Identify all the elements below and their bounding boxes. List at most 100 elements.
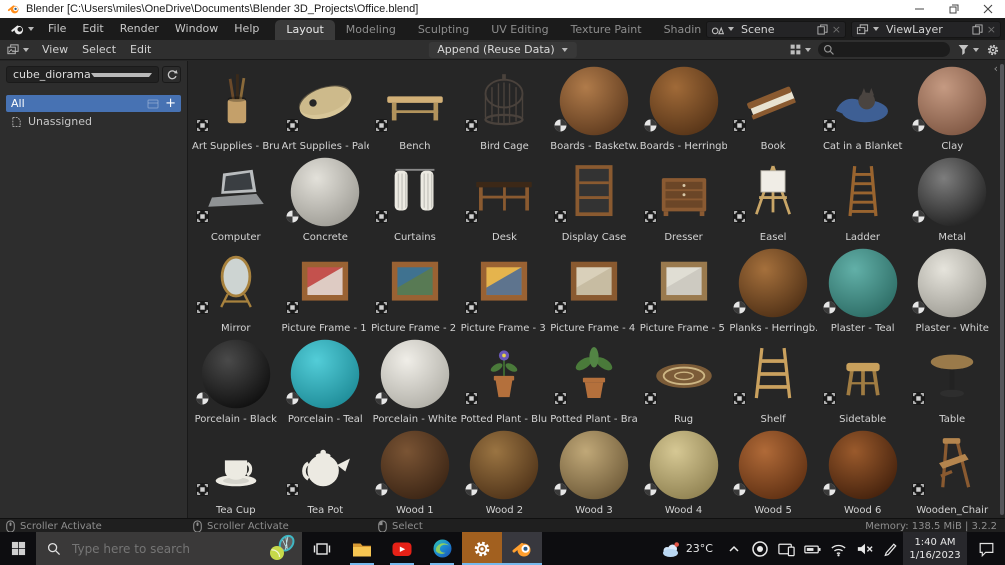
workspace-tab-uv-editing[interactable]: UV Editing bbox=[480, 20, 559, 40]
taskbar-clock[interactable]: 1:40 AM 1/16/2023 bbox=[903, 532, 967, 565]
workspace-tab-sculpting[interactable]: Sculpting bbox=[407, 20, 480, 40]
workspace-tab-layout[interactable]: Layout bbox=[275, 20, 335, 40]
asset-card-tea-pot[interactable]: Tea Pot bbox=[281, 427, 371, 518]
remove-icon[interactable]: × bbox=[987, 23, 996, 36]
header-menu-edit[interactable]: Edit bbox=[123, 43, 158, 56]
taskbar-search-input[interactable] bbox=[70, 540, 235, 557]
asset-card-picture-frame-2[interactable]: Picture Frame - 2 ... bbox=[370, 245, 460, 336]
blender-menu-button[interactable] bbox=[4, 23, 40, 36]
taskbar-app-youtube[interactable] bbox=[382, 532, 422, 565]
tray-record-icon[interactable] bbox=[747, 540, 773, 558]
asset-card-metal[interactable]: Metal bbox=[907, 154, 997, 245]
asset-card-clay[interactable]: Clay bbox=[907, 63, 997, 154]
weather-widget[interactable]: 23°C bbox=[652, 540, 721, 558]
asset-card-picture-frame-5[interactable]: Picture Frame - 5 ... bbox=[639, 245, 729, 336]
asset-card-book[interactable]: Book bbox=[728, 63, 818, 154]
asset-card-boards-basketw[interactable]: Boards - Basketw... bbox=[549, 63, 639, 154]
asset-card-picture-frame-1[interactable]: Picture Frame - 1 ... bbox=[281, 245, 371, 336]
gear-icon[interactable] bbox=[986, 43, 1000, 57]
start-button[interactable] bbox=[0, 532, 36, 565]
asset-card-table[interactable]: Table bbox=[907, 336, 997, 427]
asset-card-planks-herringb[interactable]: Planks - Herringb... bbox=[728, 245, 818, 336]
menu-help[interactable]: Help bbox=[226, 18, 267, 40]
workspace-tab-shading[interactable]: Shading bbox=[653, 20, 701, 40]
region-collapse-arrow[interactable]: ‹ bbox=[994, 62, 998, 75]
tray-volume-muted-icon[interactable] bbox=[851, 540, 877, 558]
tray-wifi-icon[interactable] bbox=[825, 540, 851, 558]
minimize-button[interactable] bbox=[903, 0, 937, 18]
asset-card-wood-5[interactable]: Wood 5 bbox=[728, 427, 818, 518]
action-center-button[interactable] bbox=[967, 541, 1005, 557]
asset-card-ladder[interactable]: Ladder bbox=[818, 154, 908, 245]
unlink-icon[interactable]: × bbox=[832, 23, 841, 36]
vertical-scrollbar[interactable] bbox=[1000, 64, 1004, 515]
menu-file[interactable]: File bbox=[40, 18, 74, 40]
asset-card-wood-3[interactable]: Wood 3 bbox=[549, 427, 639, 518]
asset-card-picture-frame-3[interactable]: Picture Frame - 3 ... bbox=[460, 245, 550, 336]
asset-card-easel[interactable]: Easel bbox=[728, 154, 818, 245]
filter-dropdown[interactable] bbox=[957, 43, 979, 56]
asset-card-potted-plant-blu[interactable]: Potted Plant - Blu... bbox=[460, 336, 550, 427]
asset-card-art-supplies-bru[interactable]: Art Supplies - Bru... bbox=[191, 63, 281, 154]
asset-card-bird-cage[interactable]: Bird Cage bbox=[460, 63, 550, 154]
add-catalog-button[interactable]: + bbox=[165, 97, 176, 110]
asset-card-plaster-teal[interactable]: Plaster - Teal bbox=[818, 245, 908, 336]
asset-search-input[interactable] bbox=[818, 42, 950, 57]
asset-card-porcelain-black[interactable]: Porcelain - Black bbox=[191, 336, 281, 427]
restore-button[interactable] bbox=[937, 0, 971, 18]
header-menu-view[interactable]: View bbox=[35, 43, 75, 56]
display-settings-dropdown[interactable] bbox=[789, 43, 811, 56]
asset-card-dresser[interactable]: Dresser bbox=[639, 154, 729, 245]
import-method-dropdown[interactable]: Append (Reuse Data) bbox=[428, 41, 577, 58]
new-copy-icon[interactable] bbox=[817, 23, 828, 35]
new-copy-icon[interactable] bbox=[972, 23, 983, 35]
asset-card-wood-2[interactable]: Wood 2 bbox=[460, 427, 550, 518]
asset-card-cat-in-a-blanket[interactable]: Cat in a Blanket bbox=[818, 63, 908, 154]
asset-card-potted-plant-bra[interactable]: Potted Plant - Bra... bbox=[549, 336, 639, 427]
asset-card-bench[interactable]: Bench bbox=[370, 63, 460, 154]
taskbar-app-settings[interactable] bbox=[462, 532, 502, 565]
asset-card-porcelain-teal[interactable]: Porcelain - Teal bbox=[281, 336, 371, 427]
asset-card-wood-1[interactable]: Wood 1 bbox=[370, 427, 460, 518]
asset-card-picture-frame-4[interactable]: Picture Frame - 4 ... bbox=[549, 245, 639, 336]
asset-card-wooden-chair[interactable]: Wooden_Chair bbox=[907, 427, 997, 518]
taskbar-search[interactable] bbox=[36, 532, 302, 565]
asset-card-display-case[interactable]: Display Case bbox=[549, 154, 639, 245]
asset-card-mirror[interactable]: Mirror bbox=[191, 245, 281, 336]
asset-card-shelf[interactable]: Shelf bbox=[728, 336, 818, 427]
asset-card-boards-herringb[interactable]: Boards - Herringb... bbox=[639, 63, 729, 154]
asset-card-tea-cup[interactable]: Tea Cup bbox=[191, 427, 281, 518]
asset-card-rug[interactable]: Rug bbox=[639, 336, 729, 427]
close-button[interactable] bbox=[971, 0, 1005, 18]
workspace-tab-texture-paint[interactable]: Texture Paint bbox=[560, 20, 653, 40]
scene-selector[interactable]: Scene × bbox=[706, 20, 846, 38]
asset-card-desk[interactable]: Desk bbox=[460, 154, 550, 245]
taskbar-app-task-view[interactable] bbox=[302, 532, 342, 565]
asset-card-plaster-white[interactable]: Plaster - White bbox=[907, 245, 997, 336]
tray-battery-icon[interactable] bbox=[799, 540, 825, 558]
taskbar-app-edge[interactable] bbox=[422, 532, 462, 565]
asset-card-sidetable[interactable]: Sidetable bbox=[818, 336, 908, 427]
asset-card-art-supplies-pale[interactable]: Art Supplies - Pale bbox=[281, 63, 371, 154]
tray-tablet-icon[interactable] bbox=[773, 540, 799, 558]
asset-card-computer[interactable]: Computer bbox=[191, 154, 281, 245]
catalog-item-unassigned[interactable]: Unassigned bbox=[6, 113, 181, 130]
viewlayer-selector[interactable]: ViewLayer × bbox=[851, 20, 1001, 38]
menu-edit[interactable]: Edit bbox=[74, 18, 111, 40]
tennis-doodle-icon[interactable] bbox=[269, 534, 299, 565]
tray-caret-up-icon[interactable] bbox=[721, 540, 747, 558]
tray-pen-icon[interactable] bbox=[877, 540, 903, 558]
catalog-item-all[interactable]: All + bbox=[6, 95, 181, 112]
taskbar-app-file-explorer[interactable] bbox=[342, 532, 382, 565]
asset-card-concrete[interactable]: Concrete bbox=[281, 154, 371, 245]
asset-card-curtains[interactable]: Curtains bbox=[370, 154, 460, 245]
taskbar-app-blender[interactable] bbox=[502, 532, 542, 565]
header-menu-select[interactable]: Select bbox=[75, 43, 123, 56]
asset-card-porcelain-white[interactable]: Porcelain - White bbox=[370, 336, 460, 427]
menu-window[interactable]: Window bbox=[167, 18, 226, 40]
menu-render[interactable]: Render bbox=[112, 18, 167, 40]
refresh-library-button[interactable] bbox=[162, 66, 181, 83]
asset-card-wood-4[interactable]: Wood 4 bbox=[639, 427, 729, 518]
asset-library-select[interactable]: cube_diorama bbox=[6, 66, 159, 83]
workspace-tab-modeling[interactable]: Modeling bbox=[335, 20, 407, 40]
